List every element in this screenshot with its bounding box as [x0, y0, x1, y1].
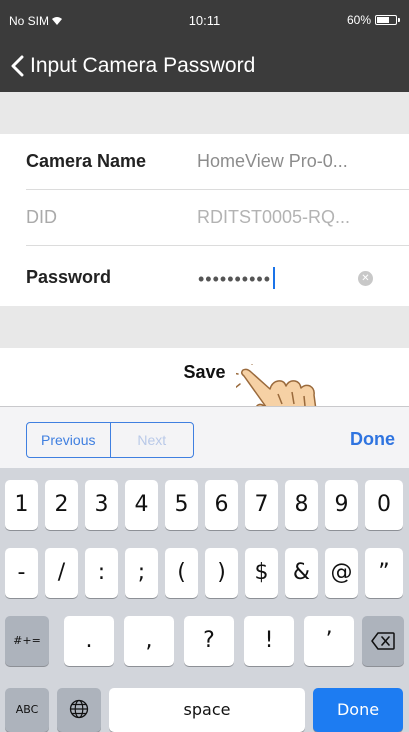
accessory-done-button[interactable]: Done — [350, 429, 395, 450]
save-section: Save — [0, 348, 409, 406]
key-close-paren[interactable]: ) — [205, 548, 238, 598]
key-ampersand[interactable]: & — [285, 548, 318, 598]
next-button[interactable]: Next — [111, 423, 194, 457]
keyboard-done-key[interactable]: Done — [313, 688, 403, 732]
key-quote[interactable]: ” — [365, 548, 403, 598]
key-7[interactable]: 7 — [245, 480, 278, 530]
globe-key[interactable] — [57, 688, 101, 732]
key-comma[interactable]: , — [124, 616, 174, 666]
key-3[interactable]: 3 — [85, 480, 118, 530]
key-0[interactable]: 0 — [365, 480, 403, 530]
did-value: RDITST0005-RQ... — [197, 207, 351, 227]
space-key[interactable]: space — [109, 688, 305, 732]
keyboard-accessory-bar: Previous Next Done — [0, 406, 409, 468]
key-exclamation[interactable]: ! — [244, 616, 294, 666]
key-abc[interactable]: ABC — [5, 688, 49, 732]
key-4[interactable]: 4 — [125, 480, 158, 530]
camera-name-row[interactable]: Camera Name HomeView Pro-0... — [0, 134, 409, 190]
key-2[interactable]: 2 — [45, 480, 78, 530]
key-5[interactable]: 5 — [165, 480, 198, 530]
key-minus[interactable]: - — [5, 548, 38, 598]
key-dollar[interactable]: $ — [245, 548, 278, 598]
key-slash[interactable]: / — [45, 548, 78, 598]
clear-icon[interactable]: ✕ — [358, 271, 373, 286]
battery-indicator: 60% — [346, 13, 400, 27]
password-label: Password — [26, 267, 112, 287]
password-field[interactable]: •••••••••• — [198, 267, 276, 290]
key-period[interactable]: . — [64, 616, 114, 666]
did-label: DID — [26, 207, 57, 227]
key-6[interactable]: 6 — [205, 480, 238, 530]
field-navigation-control: Previous Next — [26, 422, 194, 458]
previous-button[interactable]: Previous — [27, 423, 111, 457]
navigation-bar: Input Camera Password — [0, 46, 409, 92]
text-cursor — [273, 267, 276, 290]
key-more-symbols[interactable]: #+= — [5, 616, 49, 666]
camera-name-label: Camera Name — [26, 151, 147, 171]
key-question[interactable]: ? — [184, 616, 234, 666]
globe-icon — [69, 699, 89, 719]
battery-percent: 60% — [346, 13, 371, 27]
key-apostrophe[interactable]: ’ — [304, 616, 354, 666]
did-row: DID RDITST0005-RQ... — [0, 190, 409, 246]
key-9[interactable]: 9 — [325, 480, 358, 530]
key-at[interactable]: @ — [325, 548, 358, 598]
key-8[interactable]: 8 — [285, 480, 318, 530]
backspace-key[interactable] — [362, 616, 404, 666]
chevron-left-icon — [11, 55, 24, 77]
top-bar: No SIM 10:11 60% Input Camera Password — [0, 0, 409, 92]
page-title: Input Camera Password — [30, 54, 256, 77]
battery-icon — [375, 15, 400, 25]
back-button[interactable]: Input Camera Password — [10, 54, 255, 78]
row-divider — [26, 245, 409, 246]
key-open-paren[interactable]: ( — [165, 548, 198, 598]
key-colon[interactable]: : — [85, 548, 118, 598]
section-spacer-top — [0, 92, 409, 134]
key-semicolon[interactable]: ; — [125, 548, 158, 598]
status-bar: No SIM 10:11 60% — [0, 0, 409, 40]
keyboard: 1 2 3 4 5 6 7 8 9 0 - / : ; ( ) $ & @ ” … — [0, 468, 409, 732]
password-mask: •••••••••• — [198, 269, 272, 289]
section-spacer-bottom — [0, 306, 409, 348]
password-row[interactable]: Password •••••••••• ✕ — [0, 250, 409, 306]
key-1[interactable]: 1 — [5, 480, 38, 530]
camera-name-field[interactable]: HomeView Pro-0... — [197, 151, 348, 172]
save-button[interactable]: Save — [0, 362, 409, 383]
backspace-icon — [371, 632, 395, 650]
